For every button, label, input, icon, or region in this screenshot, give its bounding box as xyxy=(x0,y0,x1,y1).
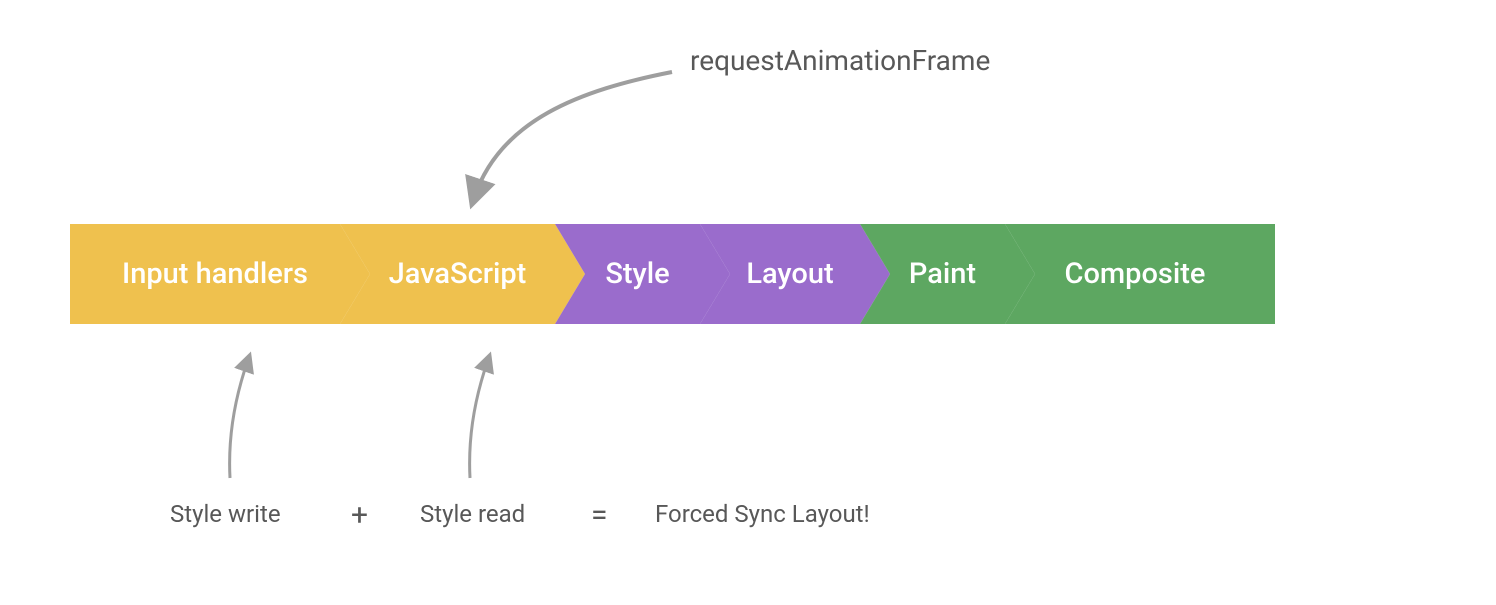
stage-label: JavaScript xyxy=(389,257,537,291)
label-style-write: Style write xyxy=(170,500,281,528)
stage-label: Layout xyxy=(746,257,843,291)
label-equals: = xyxy=(591,498,607,533)
label-plus: + xyxy=(351,498,368,533)
label-forced-sync: Forced Sync Layout! xyxy=(655,500,870,528)
stage-label: Input handlers xyxy=(122,257,318,291)
label-style-read: Style read xyxy=(420,500,525,528)
stage-label: Composite xyxy=(1065,257,1216,291)
stage-label: Style xyxy=(605,257,679,291)
stage-label: Paint xyxy=(909,257,986,291)
